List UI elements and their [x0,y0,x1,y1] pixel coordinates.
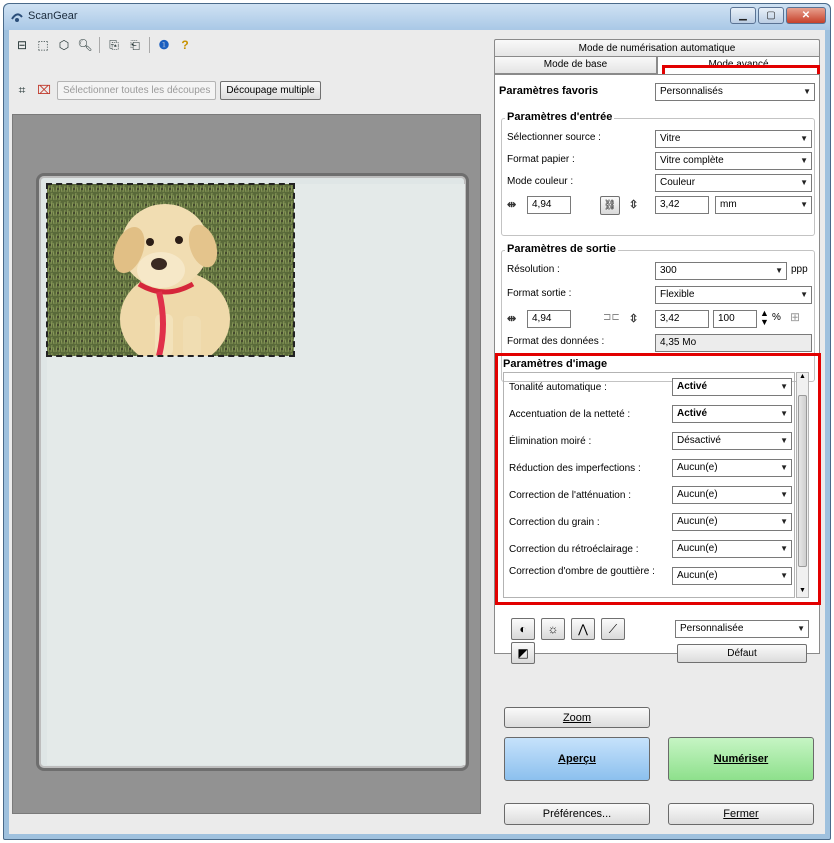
data-size-label: Format des données : [507,336,605,347]
favorites-label: Paramètres favoris [499,85,599,97]
minimize-button[interactable]: ▁ [730,7,756,24]
width-icon: ⇹ [507,199,517,211]
favorites-select[interactable]: Personnalisés ▼ [655,83,815,101]
color-mode-value: Couleur [660,177,696,188]
scangear-window: ScanGear ▁ ▢ ✕ ⊟ ⬚ ⬡ 🔍︎ ⎘ ⎗ ❶ ? ⌗ ⌧ Séle… [3,3,831,840]
resolution-select[interactable]: 300 ▼ [655,262,787,280]
image-settings-highlight [495,353,821,605]
color-mode-select[interactable]: Couleur ▼ [655,174,812,192]
toolbar-divider [99,37,100,53]
input-settings-title: Paramètres d'entrée [505,111,615,123]
scan-button[interactable]: Numériser [668,737,814,781]
chevron-down-icon: ▼ [800,200,808,209]
preview-panel: ⊟ ⬚ ⬡ 🔍︎ ⎘ ⎗ ❶ ? ⌗ ⌧ Sélectionner toutes… [9,30,484,834]
crop-adjust-icon[interactable]: ⌗ [13,81,31,99]
chevron-down-icon: ▼ [800,156,808,165]
zoom-button[interactable]: Zoom [504,707,650,728]
preview-area[interactable] [12,114,481,814]
main-toolbar: ⊟ ⬚ ⬡ 🔍︎ ⎘ ⎗ ❶ ? [13,35,194,55]
maximize-button[interactable]: ▢ [758,7,784,24]
magnify-icon[interactable]: 🔍︎ [76,36,94,54]
tab-basic-mode[interactable]: Mode de base [494,56,657,74]
toolbar-divider [149,37,150,53]
info-icon[interactable]: ❶ [155,36,173,54]
select-all-crops-button[interactable]: Sélectionner toutes les découpes [57,80,217,100]
title-bar: ScanGear ▁ ▢ ✕ [4,4,830,30]
crop-toolbar: ⌗ ⌧ Sélectionner toutes les découpes Déc… [13,79,321,101]
output-format-select[interactable]: Flexible ▼ [655,286,812,304]
client-area: ⊟ ⬚ ⬡ 🔍︎ ⎘ ⎗ ❶ ? ⌗ ⌧ Sélectionner toutes… [9,30,825,834]
color-adjust-icon[interactable]: ◐ [511,618,535,640]
paper-size-label: Format papier : [507,154,575,165]
tab-auto-scan[interactable]: Mode de numérisation automatique [494,39,820,57]
output-settings-title: Paramètres de sortie [505,243,618,255]
scan-preview-image [46,183,465,765]
source-label: Sélectionner source : [507,132,601,143]
scangear-app-icon [11,13,23,22]
chevron-down-icon: ▼ [800,178,808,187]
delete-crop-icon[interactable]: ⌧ [35,81,53,99]
rotate-right-icon[interactable]: ⎗ [126,36,144,54]
tone-curve-icon[interactable]: ⟋ [601,618,625,640]
thumbnail-view-icon[interactable]: ⊟ [13,36,31,54]
dog-photo [47,184,294,356]
scanner-platen [36,173,469,771]
source-value: Vitre [660,133,681,144]
window-title: ScanGear [28,10,78,22]
help-icon[interactable]: ? [176,36,194,54]
chevron-down-icon: ▼ [803,87,811,96]
scale-unit: % [772,312,781,323]
height-icon: ⇳ [629,199,639,211]
color-preset-select[interactable]: Personnalisée ▼ [675,620,809,638]
color-mode-label: Mode couleur : [507,176,574,187]
favorites-value: Personnalisés [660,86,723,97]
aspect-link-icon: ⊐⊏ [603,312,620,323]
close-window-button[interactable]: ✕ [786,7,826,24]
chevron-down-icon: ▼ [800,290,808,299]
brightness-contrast-icon[interactable]: ☼ [541,618,565,640]
settings-panel: Mode de numérisation automatique Mode de… [492,30,825,834]
chevron-down-icon: ▼ [775,266,783,275]
preferences-button[interactable]: Préférences... [504,803,650,825]
crop-icon[interactable]: ⬡ [55,36,73,54]
height-icon: ⇳ [629,313,639,325]
color-preset-value: Personnalisée [680,623,744,634]
advanced-mode-panel: Paramètres favoris Personnalisés ▼ Paramè… [494,74,821,664]
threshold-icon[interactable]: ◩ [511,642,535,664]
multi-crop-button[interactable]: Découpage multiple [220,80,321,100]
scale-field[interactable]: 100 [713,310,757,328]
input-width-field[interactable]: 4,94 [527,196,571,214]
output-format-label: Format sortie : [507,288,572,299]
chevron-down-icon: ▼ [800,134,808,143]
width-icon: ⇹ [507,313,517,325]
resolution-unit: ppp [791,264,808,275]
aspect-lock-icon[interactable]: ⛓ [600,196,620,215]
unit-select[interactable]: mm ▼ [715,196,812,214]
output-format-value: Flexible [660,289,695,300]
source-select[interactable]: Vitre ▼ [655,130,812,148]
resolution-label: Résolution : [507,264,560,275]
preview-button[interactable]: Aperçu [504,737,650,781]
unit-value: mm [720,199,737,210]
output-height-field[interactable]: 3,42 [655,310,709,328]
paper-size-select[interactable]: Vitre complète ▼ [655,152,812,170]
whole-image-view-icon[interactable]: ⬚ [34,36,52,54]
size-adjust-icon[interactable]: ⊞ [790,310,800,324]
input-height-field[interactable]: 3,42 [655,196,709,214]
resolution-value: 300 [660,265,677,276]
chevron-down-icon: ▼ [797,624,805,633]
paper-size-value: Vitre complète [660,155,724,166]
scale-stepper-icon[interactable]: ▲ ▼ [760,309,769,327]
output-width-field[interactable]: 4,94 [527,310,571,328]
default-button[interactable]: Défaut [677,644,807,663]
rotate-left-icon[interactable]: ⎘ [105,36,123,54]
close-button[interactable]: Fermer [668,803,814,825]
crop-frame-dog-photo[interactable] [46,183,295,357]
histogram-icon[interactable]: ⋀ [571,618,595,640]
data-size-value: 4,35 Mo [655,334,812,352]
